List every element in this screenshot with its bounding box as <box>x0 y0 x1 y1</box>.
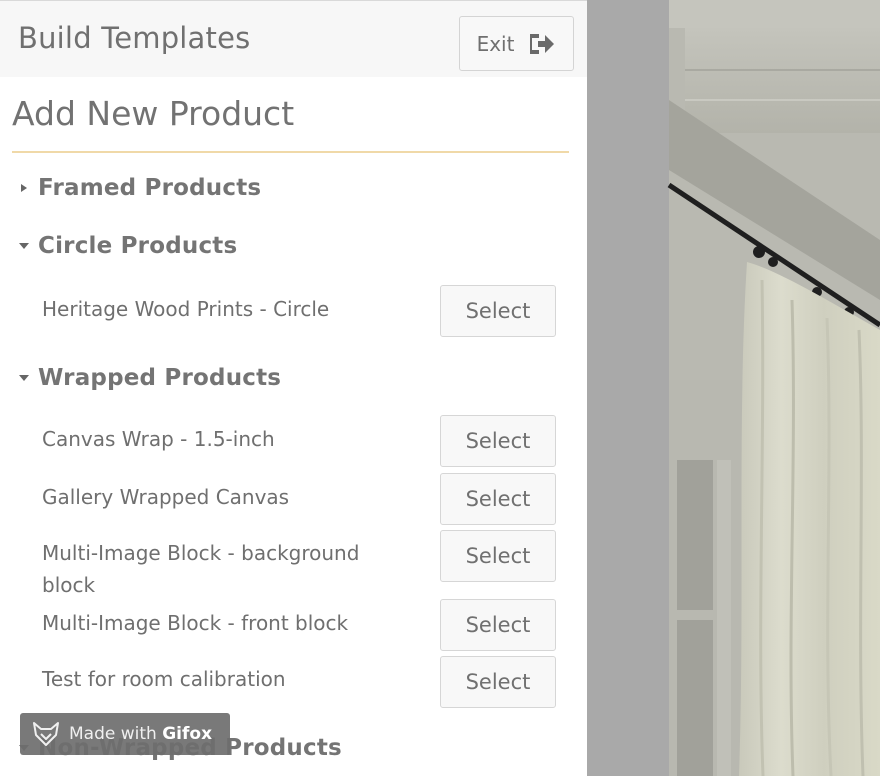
category-framed-products[interactable]: Framed Products <box>16 175 261 201</box>
select-button[interactable]: Select <box>440 599 556 651</box>
caret-down-icon <box>16 375 32 381</box>
title-divider <box>12 151 569 153</box>
product-name: Heritage Wood Prints - Circle <box>42 297 330 321</box>
product-name: Multi-Image Block - background block <box>42 541 360 597</box>
caret-down-icon <box>16 243 32 249</box>
select-button[interactable]: Select <box>440 530 556 582</box>
sign-out-icon <box>530 33 555 54</box>
product-name: Canvas Wrap - 1.5-inch <box>42 427 275 451</box>
select-button[interactable]: Select <box>440 285 556 337</box>
category-label: Circle Products <box>38 233 238 259</box>
category-wrapped-products[interactable]: Wrapped Products <box>16 365 281 391</box>
watermark-text: Made with Gifox <box>69 724 213 744</box>
gifox-watermark: Made with Gifox <box>20 713 230 755</box>
exit-button[interactable]: Exit <box>459 16 574 71</box>
room-photo-icon <box>587 0 880 776</box>
select-button[interactable]: Select <box>440 415 556 467</box>
exit-button-label: Exit <box>476 31 515 56</box>
category-circle-products[interactable]: Circle Products <box>16 233 237 259</box>
category-label: Wrapped Products <box>38 365 282 391</box>
select-button[interactable]: Select <box>440 656 556 708</box>
select-button[interactable]: Select <box>440 473 556 525</box>
category-label: Framed Products <box>38 175 262 201</box>
product-name: Test for room calibration <box>42 667 286 691</box>
panel-title: Build Templates <box>18 21 251 55</box>
fox-logo-icon <box>33 722 59 746</box>
panel-header: Build Templates Exit <box>0 1 587 77</box>
page-title: Add New Product <box>12 94 295 133</box>
room-preview-image <box>587 0 880 776</box>
build-templates-panel: Build Templates Exit Add New Product Fra… <box>0 0 587 776</box>
product-name: Multi-Image Block - front block <box>42 611 349 635</box>
caret-right-icon <box>16 184 32 192</box>
product-name: Gallery Wrapped Canvas <box>42 485 290 509</box>
